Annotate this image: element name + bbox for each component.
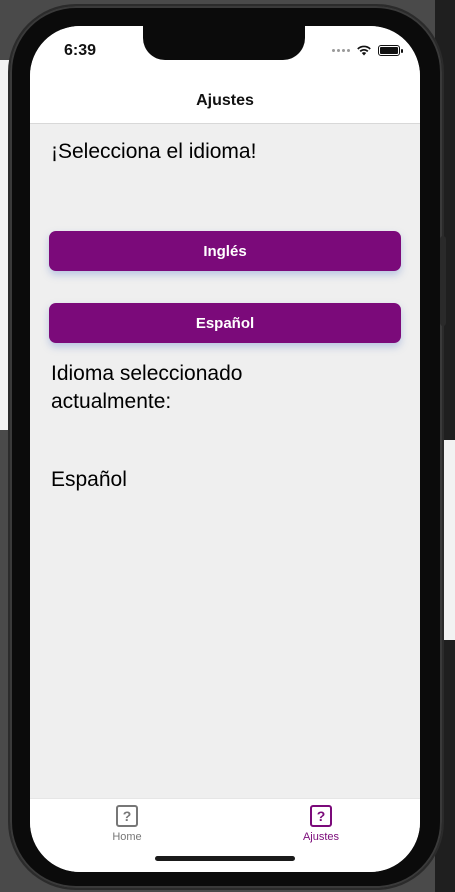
notch — [143, 26, 305, 60]
question-box-icon: ? — [116, 805, 138, 827]
settings-content: ¡Selecciona el idioma! Inglés Español Id… — [30, 124, 420, 798]
english-button[interactable]: Inglés — [49, 231, 401, 271]
current-language-label: Idioma seleccionado actualmente: — [51, 362, 243, 413]
home-indicator — [155, 856, 295, 861]
status-icons — [332, 44, 403, 56]
spanish-button[interactable]: Español — [49, 303, 401, 343]
tab-home[interactable]: ? Home — [67, 805, 187, 843]
language-heading: ¡Selecciona el idioma! — [51, 140, 257, 163]
battery-icon — [378, 44, 403, 56]
current-language-value: Español — [51, 468, 127, 491]
tab-home-label: Home — [112, 831, 142, 843]
phone-screen: 6:39 Ajustes ¡Selecciona el idioma! Ingl… — [30, 26, 420, 872]
status-time: 6:39 — [64, 42, 97, 59]
tab-ajustes-label: Ajustes — [302, 831, 340, 843]
nav-header: Ajustes — [30, 78, 420, 124]
cellular-signal-icon — [332, 48, 350, 52]
phone-frame: 6:39 Ajustes ¡Selecciona el idioma! Ingl… — [10, 6, 446, 888]
side-button — [440, 236, 446, 326]
page-title: Ajustes — [196, 91, 254, 109]
wifi-icon — [357, 45, 371, 56]
question-box-icon: ? — [310, 805, 332, 827]
tab-ajustes[interactable]: ? Ajustes — [261, 805, 381, 843]
